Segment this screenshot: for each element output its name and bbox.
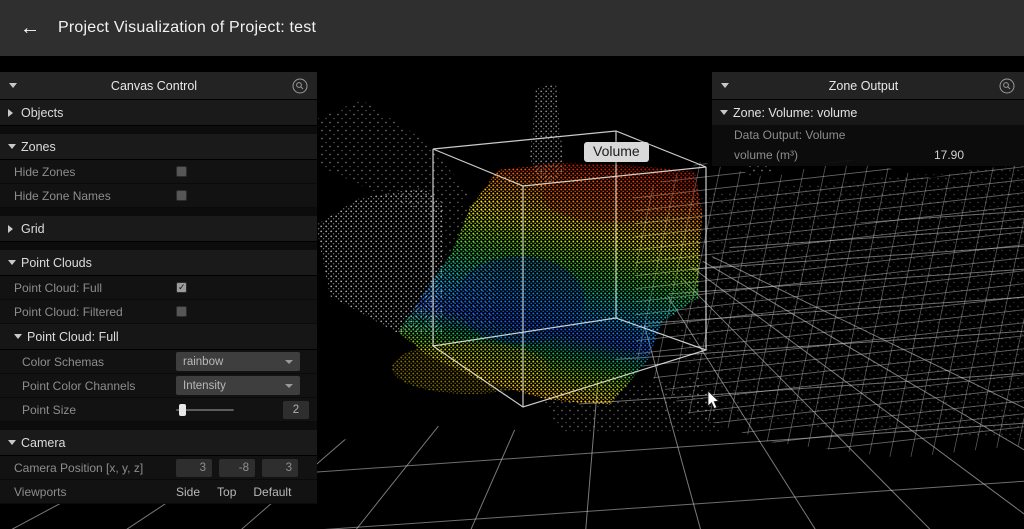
section-objects[interactable]: Objects — [0, 100, 317, 126]
section-label: Point Clouds — [21, 256, 92, 270]
point-size-value[interactable]: 2 — [283, 401, 309, 419]
zone-output-header: Zone Output — [712, 72, 1024, 100]
section-label: Camera — [21, 436, 65, 450]
point-clouds-group: Point Clouds Point Cloud: Full Point Clo… — [0, 250, 317, 422]
point-cloud-full-label: Point Cloud: Full — [14, 281, 176, 295]
chevron-down-icon — [285, 360, 293, 364]
color-schemas-select[interactable]: rainbow — [176, 352, 300, 371]
magnifier-icon — [999, 78, 1015, 94]
volume-value: 17.90 — [934, 148, 964, 162]
camera-group: Camera Camera Position [x, y, z] 3 -8 3 … — [0, 430, 317, 504]
chevron-down-icon — [720, 110, 728, 115]
zone-volume-label: Volume — [584, 142, 649, 162]
point-cloud-filtered-label: Point Cloud: Filtered — [14, 305, 176, 319]
canvas-control-header: Canvas Control — [0, 72, 317, 100]
section-point-clouds[interactable]: Point Clouds — [0, 250, 317, 276]
chevron-down-icon — [721, 83, 729, 88]
viewport-default-button[interactable]: Default — [253, 485, 291, 499]
color-schemas-label: Color Schemas — [22, 355, 176, 369]
camera-position-row: Camera Position [x, y, z] 3 -8 3 — [0, 456, 317, 480]
subsection-label: Point Cloud: Full — [27, 330, 119, 344]
color-schemas-value: rainbow — [183, 356, 223, 368]
camera-position-label: Camera Position [x, y, z] — [14, 461, 176, 475]
viewports-row: Viewports Side Top Default — [0, 480, 317, 504]
hide-zone-names-checkbox[interactable] — [176, 190, 187, 201]
objects-group: Objects — [0, 100, 317, 126]
section-label: Zones — [21, 140, 56, 154]
camera-x-input[interactable]: 3 — [176, 459, 212, 477]
section-label: Objects — [21, 106, 63, 120]
panel-search-button[interactable] — [999, 78, 1015, 94]
topbar: ← Project Visualization of Project: test — [0, 0, 1024, 56]
chevron-down-icon — [8, 440, 16, 445]
point-cloud-full-checkbox[interactable] — [176, 282, 187, 293]
viewport-side-button[interactable]: Side — [176, 485, 200, 499]
zone-output-panel: Zone Output Zone: Volume: volume Data Ou… — [712, 72, 1024, 166]
hide-zones-checkbox[interactable] — [176, 166, 187, 177]
point-cloud-filtered-row: Point Cloud: Filtered — [0, 300, 317, 324]
slider-handle[interactable] — [179, 404, 186, 416]
back-button[interactable]: ← — [20, 18, 40, 38]
panel-title: Canvas Control — [22, 79, 286, 93]
viewport-top-button[interactable]: Top — [217, 485, 236, 499]
point-color-channels-label: Point Color Channels — [22, 379, 176, 393]
point-color-channels-select[interactable]: Intensity — [176, 376, 300, 395]
point-color-channels-row: Point Color Channels Intensity — [0, 374, 317, 398]
panel-search-button[interactable] — [292, 78, 308, 94]
chevron-right-icon — [8, 109, 13, 117]
canvas-control-panel: Canvas Control Objects Zones Hide Zones … — [0, 72, 317, 504]
point-size-label: Point Size — [22, 403, 176, 417]
panel-collapse-toggle[interactable] — [721, 83, 734, 88]
section-zones[interactable]: Zones — [0, 134, 317, 160]
chevron-down-icon — [14, 334, 22, 339]
point-cloud-filtered-checkbox[interactable] — [176, 306, 187, 317]
chevron-down-icon — [9, 83, 17, 88]
viewports-label: Viewports — [14, 485, 176, 499]
point-size-slider[interactable] — [176, 409, 234, 411]
chevron-down-icon — [8, 144, 16, 149]
panel-collapse-toggle[interactable] — [9, 83, 22, 88]
volume-metric-label: volume (m³) — [734, 148, 798, 162]
chevron-down-icon — [8, 260, 16, 265]
page-title: Project Visualization of Project: test — [58, 19, 316, 37]
panel-title: Zone Output — [734, 79, 993, 93]
hide-zones-row: Hide Zones — [0, 160, 317, 184]
point-cloud-full-row: Point Cloud: Full — [0, 276, 317, 300]
section-grid[interactable]: Grid — [0, 216, 317, 242]
camera-y-input[interactable]: -8 — [219, 459, 255, 477]
point-size-row: Point Size 2 — [0, 398, 317, 422]
section-camera[interactable]: Camera — [0, 430, 317, 456]
magnifier-icon — [292, 78, 308, 94]
hide-zone-names-label: Hide Zone Names — [14, 189, 176, 203]
zones-group: Zones Hide Zones Hide Zone Names — [0, 134, 317, 208]
color-schemas-row: Color Schemas rainbow — [0, 350, 317, 374]
data-output-label: Data Output: Volume — [734, 128, 845, 142]
subsection-point-cloud-full[interactable]: Point Cloud: Full — [0, 324, 317, 350]
point-color-channels-value: Intensity — [183, 380, 226, 392]
camera-z-input[interactable]: 3 — [262, 459, 298, 477]
hide-zone-names-row: Hide Zone Names — [0, 184, 317, 208]
zone-row-label: Zone: Volume: volume — [733, 106, 857, 120]
chevron-down-icon — [285, 384, 293, 388]
chevron-right-icon — [8, 225, 13, 233]
grid-group: Grid — [0, 216, 317, 242]
volume-value-row: volume (m³) 17.90 — [712, 144, 1024, 166]
zone-volume-row[interactable]: Zone: Volume: volume — [712, 100, 1024, 125]
hide-zones-label: Hide Zones — [14, 165, 176, 179]
data-output-row: Data Output: Volume — [712, 125, 1024, 144]
section-label: Grid — [21, 222, 45, 236]
